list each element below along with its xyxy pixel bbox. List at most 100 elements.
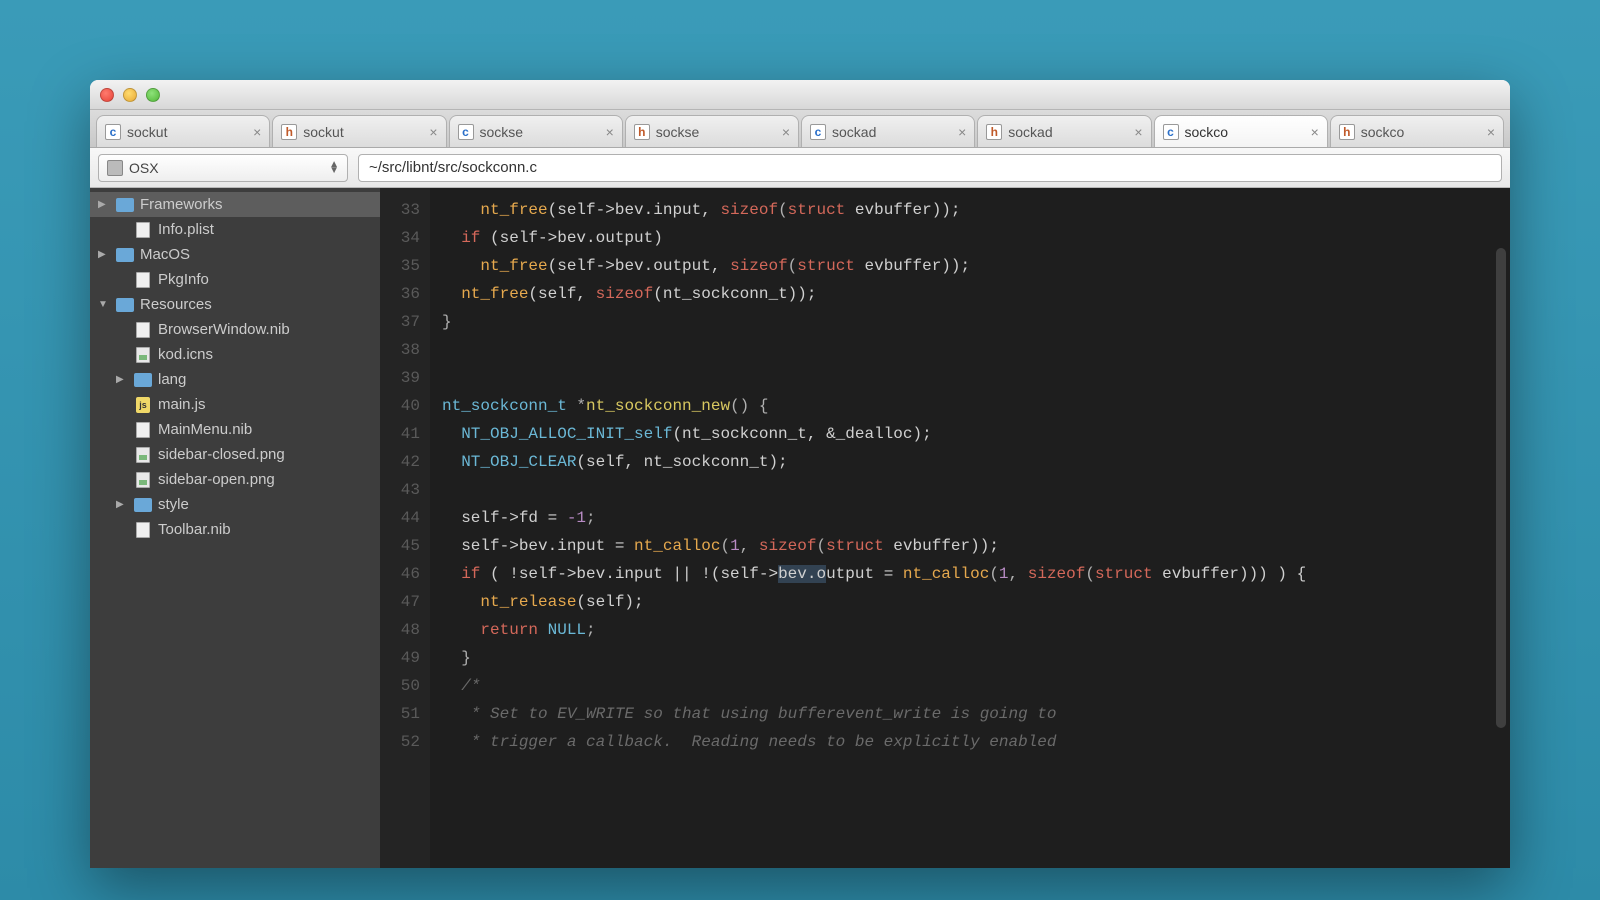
token: if [461,229,480,247]
code-line[interactable]: if ( !self->bev.input || !(self->bev.out… [442,560,1498,588]
tree-item-style[interactable]: ▶style [90,492,380,517]
tree-item-pkginfo[interactable]: PkgInfo [90,267,380,292]
code-line[interactable]: NT_OBJ_ALLOC_INIT_self(nt_sockconn_t, &_… [442,420,1498,448]
token: (nt_sockconn_t)); [653,285,816,303]
tree-item-browserwindow-nib[interactable]: BrowserWindow.nib [90,317,380,342]
token: * Set to EV_WRITE so that using bufferev… [442,705,1057,723]
code-line[interactable]: nt_free(self->bev.input, sizeof(struct e… [442,196,1498,224]
close-window-button[interactable] [100,88,114,102]
tree-item-macos[interactable]: ▶ MacOS [90,242,380,267]
token: * trigger a callback. Reading needs to b… [442,733,1057,751]
stepper-icon[interactable]: ▲▼ [329,162,339,174]
tree-item-label: MacOS [140,246,190,263]
token: if [461,565,480,583]
token: NULL [548,621,586,639]
token: nt_free [461,285,528,303]
tree-item-label: main.js [158,396,206,413]
titlebar[interactable] [90,80,1510,110]
token [442,201,480,219]
token: () { [730,397,768,415]
code-line[interactable] [442,336,1498,364]
tab-close-icon[interactable]: × [606,124,614,140]
token: nt_calloc [903,565,989,583]
token: struct [1095,565,1153,583]
tree-item-sidebar-open-png[interactable]: sidebar-open.png [90,467,380,492]
folder-icon [134,372,152,387]
code-line[interactable]: } [442,308,1498,336]
minimize-window-button[interactable] [123,88,137,102]
tree-item-sidebar-closed-png[interactable]: sidebar-closed.png [90,442,380,467]
tree-item-resources[interactable]: ▼Resources [90,292,380,317]
tab-sockad-c[interactable]: csockad× [801,115,975,147]
line-number: 39 [380,364,420,392]
zoom-window-button[interactable] [146,88,160,102]
code-content[interactable]: nt_free(self->bev.input, sizeof(struct e… [430,188,1510,868]
path-input[interactable] [358,154,1502,182]
tab-label: sockse [480,124,600,140]
tree-item-toolbar-nib[interactable]: Toolbar.nib [90,517,380,542]
line-number: 40 [380,392,420,420]
tree-item-main-js[interactable]: jsmain.js [90,392,380,417]
token: struct [788,201,846,219]
code-line[interactable]: nt_release(self); [442,588,1498,616]
tree-item-mainmenu-nib[interactable]: MainMenu.nib [90,417,380,442]
token [442,285,461,303]
tree-item-label: lang [158,371,186,388]
tab-label: sockco [1361,124,1481,140]
line-number: 51 [380,700,420,728]
code-line[interactable]: /* [442,672,1498,700]
code-line[interactable]: nt_sockconn_t *nt_sockconn_new() { [442,392,1498,420]
token: sizeof [1028,565,1086,583]
code-line[interactable]: return NULL; [442,616,1498,644]
tab-close-icon[interactable]: × [253,124,261,140]
tab-sockad-h[interactable]: hsockad× [977,115,1151,147]
tab-close-icon[interactable]: × [782,124,790,140]
token: evbuffer)); [884,537,999,555]
tab-close-icon[interactable]: × [958,124,966,140]
tab-close-icon[interactable]: × [1311,124,1319,140]
code-line[interactable]: * trigger a callback. Reading needs to b… [442,728,1498,756]
token: nt_free [480,257,547,275]
tab-sockut-c[interactable]: csockut× [96,115,270,147]
disclosure-arrow-icon[interactable]: ▶ [116,499,128,510]
token [442,593,480,611]
tab-close-icon[interactable]: × [1134,124,1142,140]
code-line[interactable]: if (self->bev.output) [442,224,1498,252]
device-selector[interactable]: OSX ▲▼ [98,154,348,182]
tree-item-label: BrowserWindow.nib [158,321,290,338]
folder-icon [116,297,134,312]
tree-item-frameworks[interactable]: ▶Frameworks [90,192,380,217]
code-line[interactable]: nt_free(self, sizeof(nt_sockconn_t)); [442,280,1498,308]
code-line[interactable]: NT_OBJ_CLEAR(self, nt_sockconn_t); [442,448,1498,476]
code-line[interactable]: } [442,644,1498,672]
tree-item-kod-icns[interactable]: kod.icns [90,342,380,367]
tab-sockse-h[interactable]: hsockse× [625,115,799,147]
tab-close-icon[interactable]: × [1487,124,1495,140]
code-line[interactable]: nt_free(self->bev.output, sizeof(struct … [442,252,1498,280]
tree-item-lang[interactable]: ▶ lang [90,367,380,392]
token: nt_release [480,593,576,611]
tree-item-info-plist[interactable]: Info.plist [90,217,380,242]
tab-sockco-c[interactable]: csockco× [1154,115,1328,147]
token [442,425,461,443]
tab-sockse-c[interactable]: csockse× [449,115,623,147]
disclosure-arrow-icon[interactable]: ▼ [98,299,110,310]
line-number: 50 [380,672,420,700]
file-tree-sidebar[interactable]: ▶FrameworksInfo.plist ▶ MacOS PkgInfo▼Resou… [90,188,380,868]
tab-sockut-h[interactable]: hsockut× [272,115,446,147]
token [442,257,480,275]
disclosure-arrow-icon[interactable]: ▶ [116,374,128,385]
token: struct [826,537,884,555]
code-line[interactable] [442,476,1498,504]
disclosure-arrow-icon[interactable]: ▶ [98,249,110,260]
code-line[interactable] [442,364,1498,392]
code-line[interactable]: * Set to EV_WRITE so that using bufferev… [442,700,1498,728]
code-line[interactable]: self->bev.input = nt_calloc(1, sizeof(st… [442,532,1498,560]
scrollbar-thumb[interactable] [1496,248,1506,728]
line-number: 44 [380,504,420,532]
tab-close-icon[interactable]: × [429,124,437,140]
tab-sockco-h[interactable]: hsockco× [1330,115,1504,147]
code-editor[interactable]: 3334353637383940414243444546474849505152… [380,188,1510,868]
disclosure-arrow-icon[interactable]: ▶ [98,199,110,210]
code-line[interactable]: self->fd = -1; [442,504,1498,532]
